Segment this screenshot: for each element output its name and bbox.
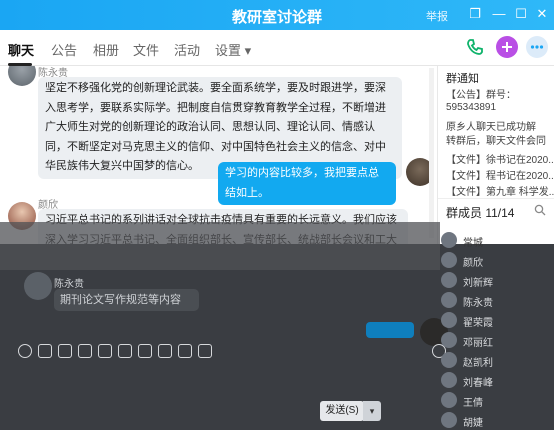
report-link[interactable]: 举报 <box>426 8 448 24</box>
member-name[interactable]: 赵凯利 <box>463 354 493 369</box>
avatar[interactable] <box>441 312 457 328</box>
avatar[interactable] <box>8 66 36 86</box>
chat-scrollbar[interactable] <box>429 68 434 238</box>
more-button[interactable] <box>526 36 548 58</box>
message-input[interactable] <box>14 364 434 394</box>
tab-activities[interactable]: 活动 <box>174 40 200 59</box>
restore-icon[interactable]: ❐ <box>466 4 484 24</box>
member-name[interactable]: 颜欣 <box>463 254 483 269</box>
more-tools-icon[interactable] <box>198 344 212 358</box>
member-name[interactable]: 刘春峰 <box>463 374 493 389</box>
call-button[interactable] <box>464 36 486 58</box>
file-link[interactable]: 【文件】程书记在2020... <box>446 167 554 182</box>
microphone-icon[interactable] <box>178 344 192 358</box>
member-name[interactable]: 王倩 <box>463 394 483 409</box>
message-bubble: 期刊论文写作规范等内容 <box>54 289 199 311</box>
send-options-button[interactable]: ▾ <box>363 401 381 421</box>
member-name[interactable]: 翟荣霞 <box>463 314 493 329</box>
chat-area: 陈永贵 坚定不移强化党的创新理论武装。要全面系统学，要及时跟进学，要深入思考学，… <box>0 66 437 244</box>
phone-icon <box>467 39 483 55</box>
window-titlebar: 教研室讨论群 举报 ❐ — ☐ ✕ <box>0 0 554 30</box>
member-name[interactable]: 常城 <box>463 234 483 249</box>
overlay-strip <box>0 222 440 270</box>
tab-announcements[interactable]: 公告 <box>51 40 77 59</box>
avatar[interactable] <box>441 232 457 248</box>
notice-line: 595343891 <box>446 102 497 113</box>
notice-line: 【公告】群号： <box>446 90 516 101</box>
avatar[interactable] <box>441 292 457 308</box>
member-list: 常城 颜欣 刘新辉 陈永贵 翟荣霞 邓丽红 赵凯利 刘春峰 王倩 胡婕 <box>437 196 554 430</box>
avatar[interactable] <box>441 332 457 348</box>
tab-chat[interactable]: 聊天 <box>8 40 34 59</box>
image-icon[interactable] <box>138 344 152 358</box>
minimize-icon[interactable]: — <box>490 4 508 24</box>
screenshot-icon[interactable] <box>98 344 112 358</box>
file-link[interactable]: 【文件】徐书记在2020... <box>446 151 554 166</box>
video-icon[interactable] <box>158 344 172 358</box>
tab-settings[interactable]: 设置 ▾ <box>215 40 251 59</box>
notice-title: 群通知 <box>446 73 479 85</box>
avatar[interactable] <box>441 392 457 408</box>
red-packet-icon[interactable] <box>118 344 132 358</box>
avatar[interactable] <box>441 372 457 388</box>
avatar[interactable] <box>441 272 457 288</box>
avatar[interactable] <box>24 272 52 300</box>
member-name[interactable]: 陈永贵 <box>463 294 493 309</box>
close-icon[interactable]: ✕ <box>533 4 551 24</box>
plus-icon <box>502 42 512 52</box>
folder-icon[interactable] <box>78 344 92 358</box>
maximize-icon[interactable]: ☐ <box>512 4 530 24</box>
notice-line: 转群后，聊天文件会同 <box>446 136 546 147</box>
add-button[interactable] <box>496 36 518 58</box>
member-name[interactable]: 胡婕 <box>463 414 483 429</box>
member-name[interactable]: 刘新辉 <box>463 274 493 289</box>
more-icon <box>530 45 544 49</box>
send-button[interactable]: 发送(S) <box>320 401 364 421</box>
avatar[interactable] <box>441 252 457 268</box>
tab-files[interactable]: 文件 <box>133 40 159 59</box>
member-name[interactable]: 邓丽红 <box>463 334 493 349</box>
message-bubble-self <box>366 322 414 338</box>
notice-line: 原乡人聊天已成功解 <box>446 122 536 133</box>
avatar[interactable] <box>441 412 457 428</box>
avatar[interactable] <box>441 352 457 368</box>
sender-name: 陈永贵 <box>54 279 84 290</box>
gif-icon[interactable] <box>38 344 52 358</box>
message-bubble-self: 学习的内容比较多，我把要点总结如上。 <box>218 162 396 205</box>
scissors-icon[interactable] <box>58 344 72 358</box>
emoji-icon[interactable] <box>18 344 32 358</box>
tab-album[interactable]: 相册 <box>93 40 119 59</box>
